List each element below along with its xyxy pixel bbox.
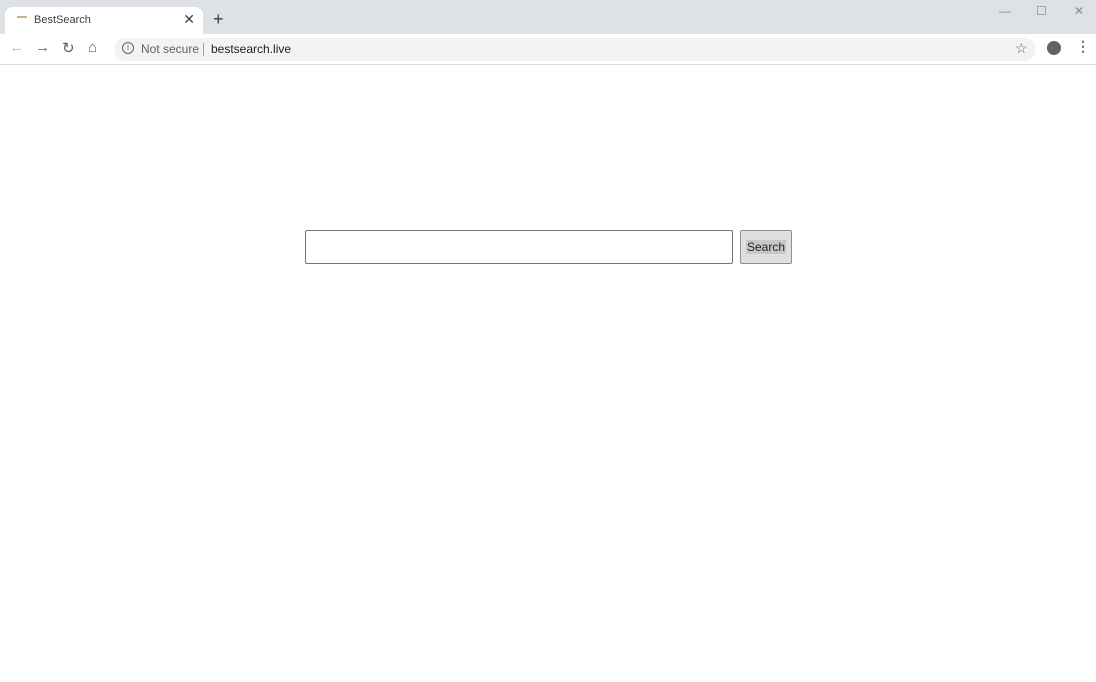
divider — [203, 43, 204, 56]
info-icon[interactable]: i — [122, 42, 134, 54]
security-status[interactable]: Not secure — [141, 42, 199, 56]
tab-bestsearch[interactable]: BestSearch ✕ — [5, 7, 203, 34]
new-tab-button[interactable]: + — [213, 9, 224, 30]
minimize-icon[interactable]: — — [999, 4, 1011, 18]
menu-icon[interactable]: ⋮ — [1076, 38, 1090, 55]
account-icon[interactable] — [1047, 41, 1061, 55]
back-icon[interactable]: ← — [9, 39, 24, 56]
reload-icon[interactable]: ↻ — [62, 39, 75, 57]
address-bar[interactable]: i Not secure bestsearch.live — [114, 38, 1036, 61]
search-input[interactable] — [305, 230, 733, 264]
favicon-icon — [17, 16, 27, 18]
search-button[interactable]: Search — [740, 230, 792, 264]
tab-strip: BestSearch ✕ + — ☐ ✕ — [0, 0, 1096, 34]
window-close-icon[interactable]: ✕ — [1074, 4, 1084, 18]
home-icon[interactable]: ⌂ — [88, 39, 97, 56]
bookmark-star-icon[interactable]: ☆ — [1015, 40, 1028, 57]
maximize-icon[interactable]: ☐ — [1036, 4, 1047, 18]
close-tab-icon[interactable]: ✕ — [183, 11, 195, 28]
url-text[interactable]: bestsearch.live — [211, 42, 291, 56]
toolbar: ← → ↻ ⌂ i Not secure bestsearch.live ☆ ⋮ — [0, 34, 1096, 65]
forward-icon[interactable]: → — [35, 39, 50, 56]
search-button-label: Search — [745, 240, 787, 254]
tab-title: BestSearch — [34, 14, 91, 26]
